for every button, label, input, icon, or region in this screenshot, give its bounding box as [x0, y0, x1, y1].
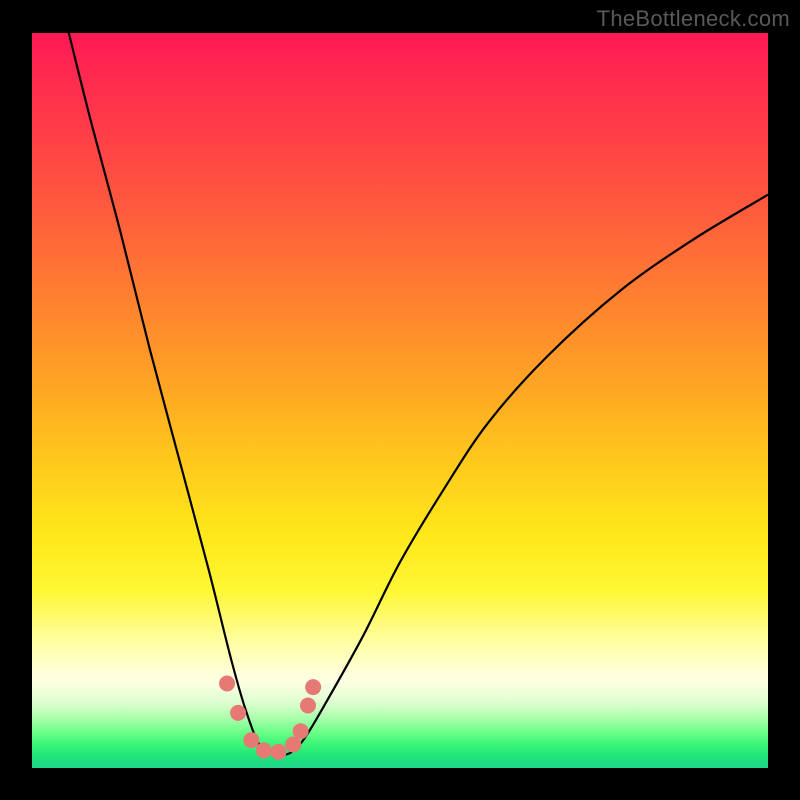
highlight-dot: [243, 732, 259, 748]
highlight-dot: [305, 679, 321, 695]
highlight-dots-group: [219, 675, 321, 759]
curve-svg: [32, 33, 768, 768]
watermark-text: TheBottleneck.com: [597, 6, 790, 32]
highlight-dot: [271, 744, 287, 760]
highlight-dot: [230, 705, 246, 721]
highlight-dot: [219, 675, 235, 691]
highlight-dot: [293, 723, 309, 739]
highlight-dot: [256, 742, 272, 758]
chart-frame: TheBottleneck.com: [0, 0, 800, 800]
plot-area: [32, 33, 768, 768]
bottleneck-curve: [69, 33, 768, 755]
highlight-dot: [300, 698, 316, 714]
